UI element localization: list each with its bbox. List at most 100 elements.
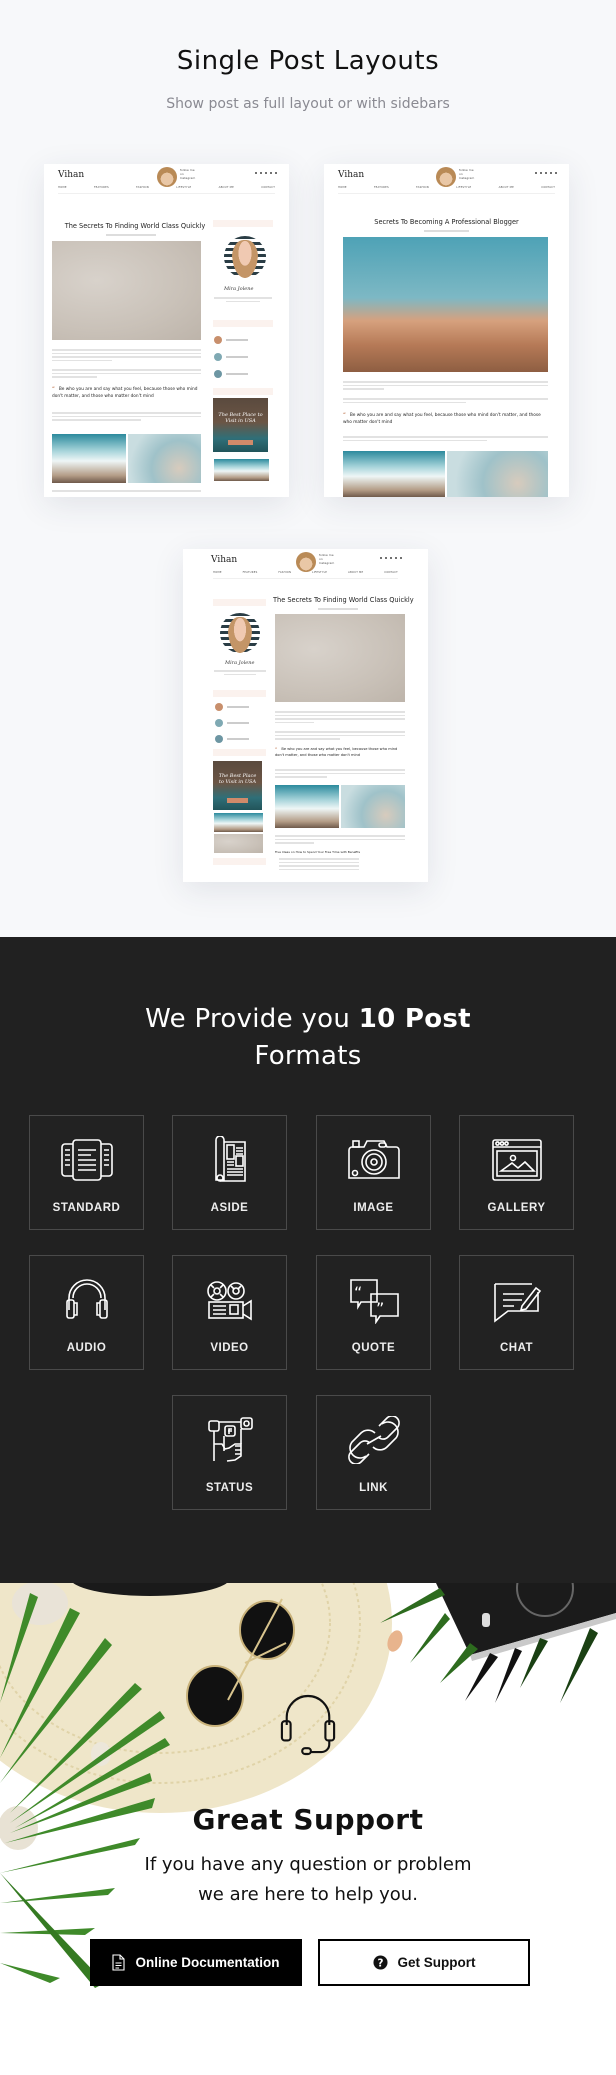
- support-text-line2: we are here to help you.: [198, 1884, 418, 1905]
- mockup-sidebar-heading: [213, 749, 266, 756]
- question-circle-icon: ?: [372, 1955, 388, 1970]
- mockup-paragraph: [343, 436, 548, 441]
- mockup-paragraph: [275, 769, 405, 778]
- format-card-video[interactable]: VIDEO: [172, 1255, 287, 1370]
- mockup-nav-item: ABOUT ME: [348, 571, 364, 574]
- mockup-paragraph: [52, 349, 201, 361]
- mockup-logo: Vihan: [211, 555, 238, 565]
- mockup-nav-item: FEATURES: [242, 571, 258, 574]
- mockup-nav: HOME FEATURES FASHION LIFESTYLE ABOUT ME…: [58, 186, 275, 194]
- mockup-gallery-image: [128, 434, 201, 483]
- formats-title-suffix: Formats: [254, 1041, 362, 1071]
- mockup-subheading: Five Ideas on How to Spend Your Free Tim…: [275, 850, 361, 854]
- headset-icon: [280, 1694, 336, 1756]
- mockup-promo-text: The Best Place to Visit in USA: [218, 773, 257, 785]
- aside-post-icon: [214, 1136, 246, 1182]
- sunglasses: [239, 1600, 295, 1660]
- mockup-instagram-image: [214, 459, 269, 481]
- mockup-paragraph: [275, 835, 405, 844]
- mockup-about-avatar: [224, 236, 266, 278]
- mockup-recent-post: [215, 703, 249, 711]
- format-label: STANDARD: [52, 1202, 121, 1214]
- standard-post-icon: [60, 1139, 113, 1181]
- formats-title-prefix: We Provide you: [145, 1004, 351, 1034]
- format-label: CHAT: [499, 1342, 534, 1354]
- mockup-right-sidebar[interactable]: Vihan follow me on Instagram HOME FEATUR…: [44, 164, 289, 497]
- mockup-blockquote: “Be who you are and say what you feel, b…: [52, 387, 198, 399]
- format-card-chat[interactable]: CHAT: [459, 1255, 574, 1370]
- mockup-about-text: [214, 670, 266, 675]
- format-card-aside[interactable]: ASIDE: [172, 1115, 287, 1230]
- layouts-section: Single Post Layouts Show post as full la…: [0, 0, 616, 937]
- formats-title: We Provide you 10 Post Formats: [0, 1001, 616, 1075]
- mockup-nav-item: FEATURES: [373, 186, 389, 189]
- mockup-paragraph: [52, 412, 201, 421]
- mockup-recent-post: [214, 370, 248, 378]
- mockup-nav-item: HOME: [213, 571, 222, 574]
- mockup-sidebar-heading: [213, 858, 266, 865]
- format-label: STATUS: [205, 1482, 254, 1494]
- layouts-title: Single Post Layouts: [176, 46, 440, 76]
- mockup-left-sidebar[interactable]: Vihan follow me on Instagram HOME FEATUR…: [183, 549, 428, 882]
- mockup-sidebar-heading: [213, 599, 266, 606]
- support-title: Great Support: [192, 1803, 424, 1836]
- mockup-post-meta: [424, 230, 469, 232]
- format-label: ASIDE: [210, 1202, 249, 1214]
- mockup-logo: Vihan: [338, 170, 365, 180]
- format-card-quote[interactable]: “ ” QUOTE: [316, 1255, 431, 1370]
- mockup-instagram-image: [214, 834, 263, 853]
- mockup-nav-item: ABOUT ME: [218, 186, 234, 189]
- mockup-signature: Mira Jolene: [225, 660, 255, 666]
- mockup-full-width[interactable]: Vihan follow me on Instagram HOME FEATUR…: [324, 164, 569, 497]
- format-label: GALLERY: [487, 1202, 546, 1214]
- mockup-nav-item: LIFESTYLE: [456, 186, 472, 189]
- format-card-link[interactable]: LINK: [316, 1395, 431, 1510]
- format-card-standard[interactable]: STANDARD: [29, 1115, 144, 1230]
- mockup-post-meta: [318, 608, 358, 610]
- mockup-nav-item: LIFESTYLE: [312, 571, 328, 574]
- camera-icon: [347, 1140, 400, 1179]
- mockup-nav-item: FASHION: [416, 186, 429, 189]
- format-label: VIDEO: [210, 1342, 249, 1354]
- format-card-gallery[interactable]: GALLERY: [459, 1115, 574, 1230]
- social-status-icon: [207, 1417, 253, 1462]
- video-projector-icon: [206, 1281, 252, 1321]
- svg-text:”: ”: [376, 1299, 384, 1318]
- mockup-follow-text: follow me on Instagram: [319, 553, 335, 565]
- mockup-nav-item: FASHION: [136, 186, 149, 189]
- mockup-nav-item: CONTACT: [261, 186, 275, 189]
- document-icon: [112, 1954, 126, 1971]
- mockup-gallery-image: [52, 434, 126, 483]
- mockup-follow-text: follow me on Instagram: [180, 168, 196, 180]
- mockup-sidebar-heading: [213, 690, 266, 697]
- mockup-nav: HOME FEATURES FASHION LIFESTYLE ABOUT ME…: [338, 186, 555, 194]
- mockup-paragraph: [343, 381, 548, 390]
- mockup-blockquote: “Be who you are and say what you feel, b…: [343, 413, 541, 425]
- mockup-nav-item: CONTACT: [384, 571, 398, 574]
- get-support-button[interactable]: ? Get Support: [318, 1939, 530, 1986]
- mockup-nav-item: LIFESTYLE: [176, 186, 192, 189]
- mockup-follow-text: follow me on Instagram: [459, 168, 475, 180]
- online-documentation-button[interactable]: Online Documentation: [90, 1939, 302, 1986]
- mockup-paragraph: [52, 490, 201, 492]
- format-card-image[interactable]: IMAGE: [316, 1115, 431, 1230]
- format-card-status[interactable]: STATUS: [172, 1395, 287, 1510]
- mockup-instagram-image: [214, 813, 263, 832]
- svg-text:?: ?: [377, 1957, 383, 1969]
- format-label: QUOTE: [351, 1342, 396, 1354]
- post-formats-section: We Provide you 10 Post Formats STANDARD …: [0, 937, 616, 1583]
- mockup-featured-image: [52, 241, 201, 340]
- mockup-paragraph: [275, 731, 405, 740]
- mockup-promo-button: [227, 798, 248, 803]
- mockup-recent-post: [214, 353, 248, 361]
- mockup-nav-item: FEATURES: [93, 186, 109, 189]
- mockup-nav: HOME FEATURES FASHION LIFESTYLE ABOUT ME…: [213, 571, 398, 579]
- mockup-post-meta: [106, 234, 156, 236]
- mockup-social-icons: [255, 172, 277, 174]
- format-card-audio[interactable]: AUDIO: [29, 1255, 144, 1370]
- mockup-gallery-image: [275, 785, 339, 828]
- mockup-header-avatar: [436, 167, 456, 187]
- mockup-social-icons: [380, 557, 402, 559]
- mockup-header-avatar: [296, 552, 316, 572]
- mockup-post-title: The Secrets To Finding World Class Quick…: [273, 596, 414, 604]
